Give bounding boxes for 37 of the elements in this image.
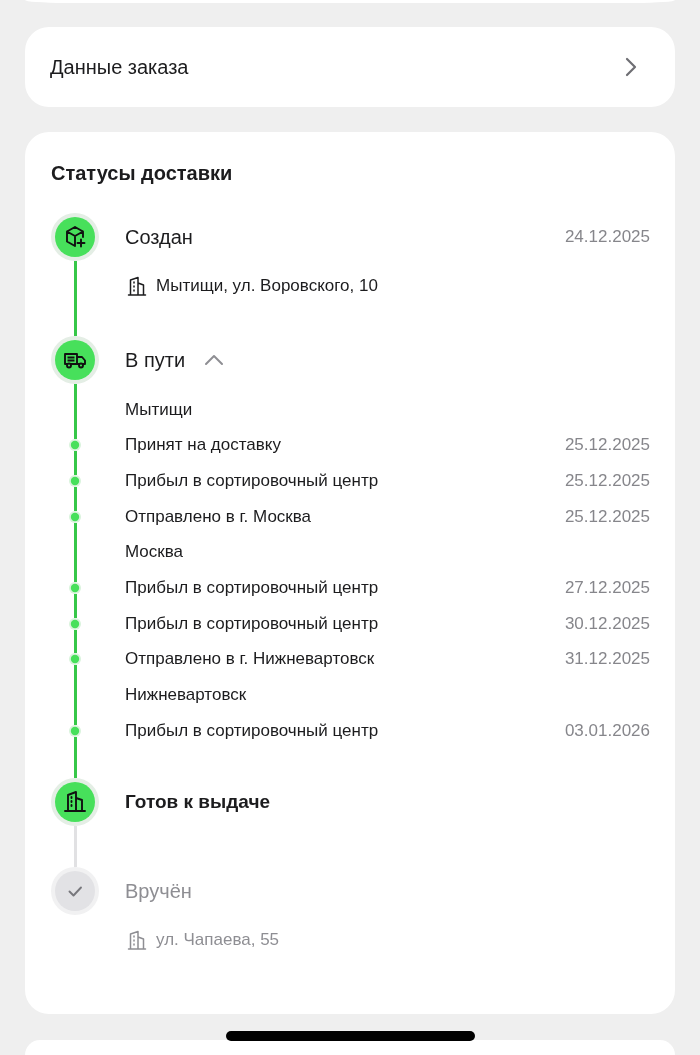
event-label: Прибыл в сортировочный центр <box>125 719 379 742</box>
date-text: 31.12.2025 <box>564 648 650 671</box>
section-title: Статусы доставки <box>51 161 234 186</box>
building-icon <box>127 276 147 296</box>
step-title: Создан <box>125 225 193 250</box>
date-text: 30.12.2025 <box>564 612 650 635</box>
event-label: Прибыл в сортировочный центр <box>125 612 379 635</box>
step-title: Готов к выдаче <box>125 789 271 814</box>
dot-icon <box>69 439 81 452</box>
event-label: Прибыл в сортировочный центр <box>125 470 379 493</box>
chevron-right-icon <box>625 57 637 77</box>
event-label: Отправлено в г. Москва <box>125 505 312 528</box>
date-text: 25.12.2025 <box>564 505 650 528</box>
order-details-button[interactable]: Данные заказа <box>25 27 675 107</box>
dot-icon <box>69 617 81 630</box>
date-text: 24.12.2025 <box>564 226 650 248</box>
dot-icon <box>69 582 81 595</box>
dot-icon <box>69 475 81 488</box>
date-text: 03.01.2026 <box>564 719 650 742</box>
city-label: Мытищи <box>125 398 193 421</box>
date-text: 25.12.2025 <box>564 470 650 493</box>
city-label: Москва <box>125 541 184 564</box>
city-label: Нижневартовск <box>125 684 247 707</box>
step-title: Вручён <box>125 878 192 904</box>
event-label: Отправлено в г. Нижневартовск <box>125 648 375 671</box>
building-icon <box>127 929 147 950</box>
event-label: Прибыл в сортировочный центр <box>125 577 379 600</box>
address-text: Мытищи, ул. Воровского, 10 <box>156 275 378 297</box>
dot-icon <box>69 510 81 523</box>
date-text: 27.12.2025 <box>564 577 650 600</box>
caret-up-icon[interactable] <box>204 354 225 366</box>
date-text: 25.12.2025 <box>564 434 650 457</box>
event-label: Принят на доставку <box>125 434 281 457</box>
dot-icon <box>69 724 81 737</box>
dot-icon <box>69 653 81 666</box>
step-title: В пути <box>125 348 186 373</box>
address-text: ул. Чапаева, 55 <box>156 928 280 951</box>
